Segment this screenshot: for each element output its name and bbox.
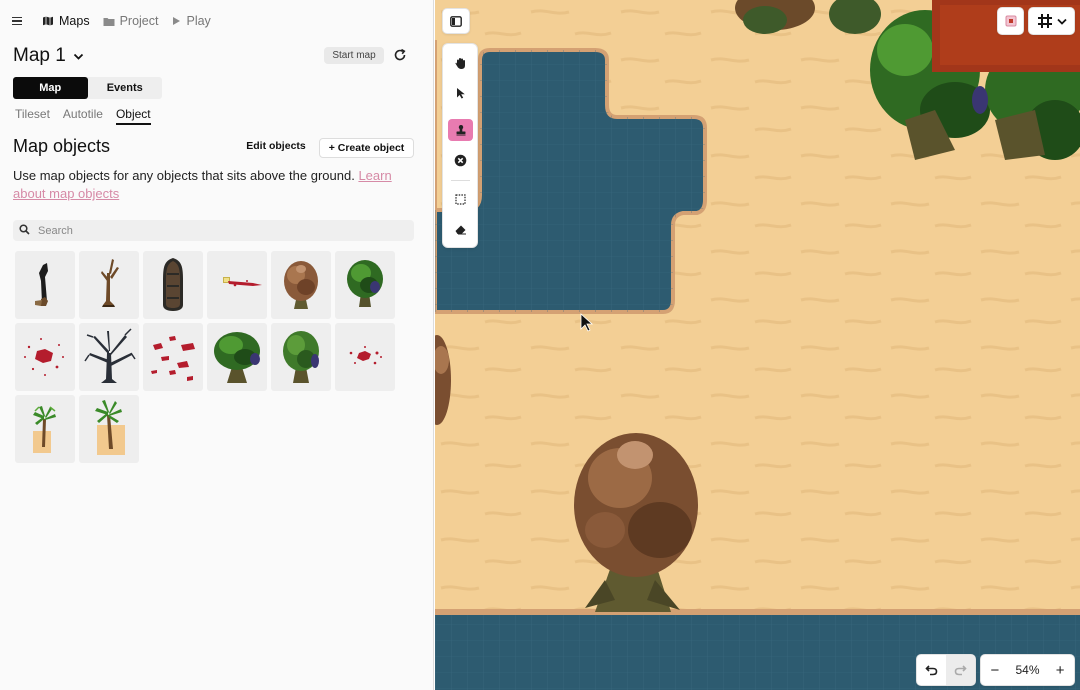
object-tile-dark-dead-tree[interactable] [79,323,139,391]
delete-tool[interactable] [448,149,473,171]
object-tile-small-palm-tree[interactable] [15,395,75,463]
panel-icon [450,15,462,27]
chevron-down-icon [1056,18,1067,25]
breadcrumb-label: Project [119,14,159,28]
refresh-icon[interactable] [393,48,407,67]
grid-icon [1037,14,1052,28]
redo-icon [954,665,967,676]
zoom-level: 54% [1015,663,1040,677]
bare-tree-sprite [101,259,119,307]
search-icon [19,222,30,240]
breadcrumb-play[interactable]: Play [171,14,211,28]
tab-object[interactable]: Object [115,107,151,125]
map-render [435,0,1080,690]
object-tile-blood-splatter[interactable] [15,323,75,391]
dead-tree-stump-sprite [35,263,48,306]
search-input[interactable] [38,224,398,237]
object-tile-blood-trail[interactable] [207,251,267,319]
section-title: Map objects [13,136,111,156]
play-icon [171,16,181,26]
layer-visibility-button[interactable] [997,7,1024,35]
marquee-icon [455,193,466,205]
eraser-icon [455,225,466,234]
eraser-tool[interactable] [448,218,473,240]
select-tool[interactable] [448,82,473,104]
zoom-controls: − 54% + [980,654,1075,686]
pan-tool[interactable] [448,52,473,74]
chevron-down-icon [73,48,84,66]
description-text: Use map objects for any objects that sit… [13,168,355,183]
object-tile-small-blood-splatter[interactable] [335,323,395,391]
map-icon [42,15,54,27]
hand-icon [455,57,465,69]
object-tile-brown-bush-tree[interactable] [271,251,331,319]
blood-splatter-sprite [24,338,64,376]
object-tile-blood-drops[interactable] [143,323,203,391]
dark-dead-tree-sprite [84,328,136,383]
small-palm-sprite [33,406,56,453]
zoom-out-button[interactable]: − [981,662,1009,679]
undo-icon [925,665,938,676]
undo-button[interactable] [917,655,946,685]
blood-drops-sprite [151,336,195,381]
object-tile-green-tree[interactable] [335,251,395,319]
boat-sprite [163,258,183,311]
tall-palm-sprite [95,400,125,455]
green-tree-sprite [347,260,383,307]
small-blood-sprite [349,346,382,365]
tab-events[interactable]: Events [88,77,163,99]
sidebar-panel: Maps Project Play Map 1 Start map Map Ev… [0,0,434,690]
layer-icon [1005,15,1016,27]
page-title: Map 1 [13,45,66,66]
breadcrumb-project[interactable]: Project [103,14,159,28]
object-tile-green-bush-tree[interactable] [271,323,331,391]
pointer-icon [456,88,465,99]
map-selector[interactable]: Map 1 [13,45,84,67]
marquee-tool[interactable] [448,188,473,210]
mode-tabs: Map Events [13,77,162,99]
brown-tree-sprite [284,261,318,309]
search-bar [13,220,414,241]
stamp-icon [456,125,465,136]
oak-tree-sprite [214,332,260,383]
tab-map[interactable]: Map [13,77,88,99]
stamp-tool[interactable] [448,119,473,141]
redo-button[interactable] [946,655,975,685]
section-description: Use map objects for any objects that sit… [13,167,418,203]
tool-palette [442,43,478,248]
object-tile-wooden-boat[interactable] [143,251,203,319]
zoom-in-button[interactable]: + [1046,662,1074,679]
tab-tileset[interactable]: Tileset [15,107,50,125]
tab-autotile[interactable]: Autotile [63,107,103,125]
breadcrumb: Maps Project Play [12,12,224,30]
grid-options-button[interactable] [1028,7,1075,35]
breadcrumb-label: Play [186,14,211,28]
object-tile-green-oak-tree[interactable] [207,323,267,391]
tool-divider [451,180,470,181]
history-controls [916,654,976,686]
sidebar-toggle-button[interactable] [442,8,470,34]
breadcrumb-maps[interactable]: Maps [42,14,90,28]
blood-trail-sprite [223,277,262,287]
start-map-button[interactable]: Start map [324,47,384,64]
object-tile-tall-palm-tree[interactable] [79,395,139,463]
create-object-button[interactable]: + Create object [319,138,414,158]
breadcrumb-label: Maps [59,14,90,28]
object-grid [15,251,395,463]
layer-tabs: Tileset Autotile Object [15,107,164,125]
object-tile-dead-tree-stump[interactable] [15,251,75,319]
bush-tree-sprite [283,331,319,383]
edit-objects-button[interactable]: Edit objects [240,140,312,152]
hamburger-icon[interactable] [12,14,26,28]
folder-icon [103,16,115,27]
close-circle-icon [454,154,467,166]
object-tile-bare-tree[interactable] [79,251,139,319]
map-canvas[interactable]: − 54% + [435,0,1080,690]
